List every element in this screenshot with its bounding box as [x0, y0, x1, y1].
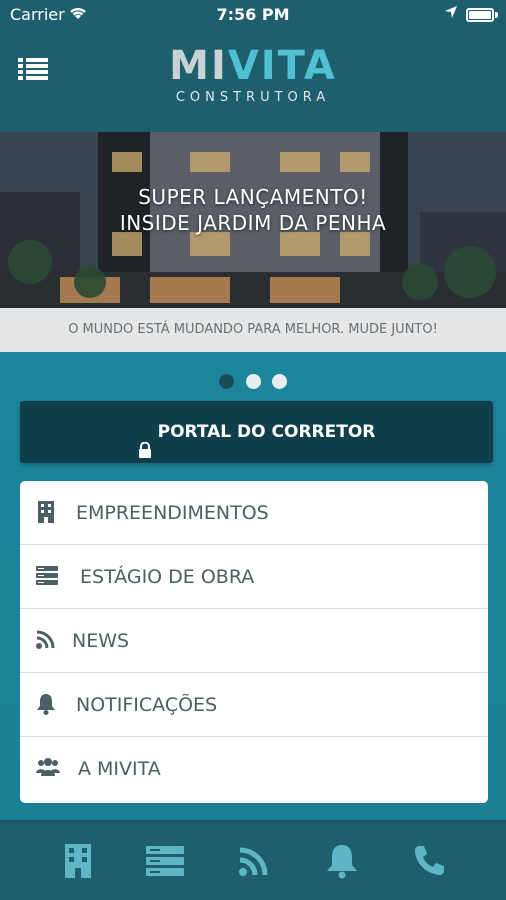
hero-title: SUPER LANÇAMENTO! INSIDE JARDIM DA PENHA: [0, 184, 506, 236]
bell-icon: [36, 693, 58, 715]
users-icon: [36, 757, 60, 779]
logo-mi: MI: [169, 43, 228, 89]
menu-item-notificacoes[interactable]: NOTIFICAÇÕES: [20, 673, 488, 737]
rss-icon[interactable]: [236, 843, 272, 879]
building-icon: [36, 501, 58, 523]
battery-tip: [495, 12, 498, 18]
phone-icon[interactable]: [412, 843, 448, 879]
clock: 7:56 PM: [216, 5, 290, 24]
carousel-dots: [0, 374, 506, 393]
main-menu-list: EMPREENDIMENTOS ESTÁGIO DE OBRA NEWS NOT…: [20, 481, 488, 803]
location-arrow-icon: [444, 5, 458, 23]
bell-icon[interactable]: [324, 843, 360, 879]
bottom-nav-bar: [0, 820, 506, 900]
lock-icon: [138, 422, 152, 458]
menu-item-a-mivita[interactable]: A MIVITA: [20, 737, 488, 801]
logo-vita: VITA: [227, 43, 337, 89]
portal-button-label: PORTAL DO CORRETOR: [157, 422, 376, 442]
carousel-dot-3[interactable]: [271, 374, 287, 389]
battery-icon: [466, 8, 494, 22]
server-stack-icon[interactable]: [146, 843, 184, 879]
menu-item-label: NOTIFICAÇÕES: [76, 694, 218, 716]
menu-item-empreendimentos[interactable]: EMPREENDIMENTOS: [20, 481, 488, 545]
carousel-dot-1[interactable]: [219, 374, 235, 389]
hero-title-line1: SUPER LANÇAMENTO!: [138, 185, 368, 209]
building-icon[interactable]: [60, 843, 96, 879]
hero-banner[interactable]: SUPER LANÇAMENTO! INSIDE JARDIM DA PENHA: [0, 132, 506, 308]
server-stack-icon: [36, 565, 58, 587]
hero-tagline: O MUNDO ESTÁ MUDANDO PARA MELHOR. MUDE J…: [0, 308, 506, 352]
menu-item-label: ESTÁGIO DE OBRA: [80, 566, 255, 588]
status-bar: Carrier 7:56 PM: [0, 0, 506, 30]
logo-subtitle: CONSTRUTORA: [175, 90, 331, 105]
menu-item-label: EMPREENDIMENTOS: [76, 502, 269, 524]
menu-item-news[interactable]: NEWS: [20, 609, 488, 673]
menu-item-label: A MIVITA: [78, 758, 161, 780]
mivita-logo: MIVITA CONSTRUTORA: [0, 46, 506, 105]
portal-do-corretor-button[interactable]: PORTAL DO CORRETOR: [20, 401, 493, 463]
rss-icon: [36, 629, 58, 651]
carousel-dot-2[interactable]: [245, 374, 261, 389]
app-header: MIVITA CONSTRUTORA: [0, 30, 506, 132]
hero-title-line2: INSIDE JARDIM DA PENHA: [119, 211, 387, 235]
menu-item-estagio-de-obra[interactable]: ESTÁGIO DE OBRA: [20, 545, 488, 609]
menu-item-label: NEWS: [72, 630, 130, 652]
